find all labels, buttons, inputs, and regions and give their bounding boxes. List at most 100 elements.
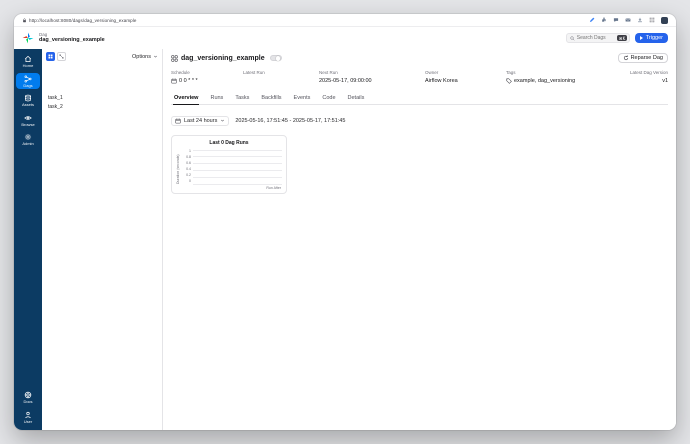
home-icon bbox=[24, 55, 32, 63]
meta-owner: Owner Airflow Korea bbox=[425, 70, 506, 84]
sidebar-item-label: Dags bbox=[23, 84, 32, 88]
sidebar-item-admin[interactable]: Admin bbox=[16, 131, 40, 148]
reparse-dag-button[interactable]: Reparse Dag bbox=[618, 53, 668, 63]
calendar-icon bbox=[171, 78, 177, 84]
y-tick-label: 0.8 bbox=[186, 156, 191, 160]
sidebar-item-home[interactable]: Home bbox=[16, 53, 40, 70]
download-icon[interactable] bbox=[636, 16, 644, 24]
sidebar-item-label: User bbox=[24, 420, 32, 424]
sidebar-item-label: Browse bbox=[21, 123, 34, 127]
search-input[interactable] bbox=[577, 35, 615, 41]
sidebar-item-label: Admin bbox=[22, 142, 33, 146]
app-body: Home Dags Assets Browse Admin Docs bbox=[14, 49, 676, 430]
task-row-task-2[interactable]: task_2 bbox=[46, 104, 158, 111]
y-tick-label: 0.6 bbox=[186, 162, 191, 166]
meta-label: Latest Run bbox=[243, 70, 319, 75]
graph-view-button[interactable] bbox=[57, 52, 66, 61]
lock-icon bbox=[22, 18, 27, 23]
chart-x-axis-label: Run After bbox=[193, 186, 282, 190]
assets-icon bbox=[24, 94, 32, 102]
time-range-select[interactable]: Last 24 hours bbox=[171, 116, 229, 126]
tab-backfills[interactable]: Backfills bbox=[260, 93, 282, 104]
apps-grid-icon[interactable] bbox=[648, 16, 656, 24]
task-row-task-1[interactable]: task_1 bbox=[46, 94, 158, 101]
date-range-text: 2025-05-16, 17:51:45 - 2025-05-17, 17:51… bbox=[235, 118, 345, 124]
sidebar-item-browse[interactable]: Browse bbox=[16, 112, 40, 129]
date-filter-row: Last 24 hours 2025-05-16, 17:51:45 - 202… bbox=[171, 116, 668, 126]
sidebar-item-assets[interactable]: Assets bbox=[16, 92, 40, 109]
meta-latest-dag-version: Latest Dag Version v1 bbox=[598, 70, 668, 84]
trigger-dag-button[interactable]: Trigger bbox=[635, 33, 668, 43]
chart-body: Duration (seconds) 10.80.60.40.20 Run Af… bbox=[176, 150, 282, 191]
nav-rail: Home Dags Assets Browse Admin Docs bbox=[14, 49, 42, 430]
app-header: Dag dag_versioning_example ⌘K Trigger bbox=[14, 27, 676, 49]
meta-label: Tags bbox=[506, 70, 598, 75]
tab-tasks[interactable]: Tasks bbox=[234, 93, 250, 104]
calendar-icon bbox=[175, 118, 181, 124]
panel-toolbar: Options bbox=[46, 52, 158, 61]
chart-plot-wrap: Run After bbox=[193, 150, 282, 191]
next-run-value: 2025-05-17, 09:00:00 bbox=[319, 78, 425, 84]
meta-label: Next Run bbox=[319, 70, 425, 75]
header-actions: ⌘K Trigger bbox=[566, 33, 668, 43]
breadcrumb-page: dag_versioning_example bbox=[39, 37, 105, 44]
meta-tags: Tags example, dag_versioning bbox=[506, 70, 598, 84]
options-dropdown[interactable]: Options bbox=[132, 54, 158, 60]
gridline bbox=[193, 184, 282, 185]
tags-value[interactable]: example, dag_versioning bbox=[514, 78, 575, 84]
meta-label: Schedule bbox=[171, 70, 243, 75]
tab-code[interactable]: Code bbox=[321, 93, 336, 104]
chat-icon[interactable] bbox=[612, 16, 620, 24]
tab-runs[interactable]: Runs bbox=[209, 93, 224, 104]
meta-schedule: Schedule 0 0 * * * bbox=[171, 70, 243, 84]
grid-view-button[interactable] bbox=[46, 52, 55, 61]
dag-side-panel: Options task_1 task_2 bbox=[42, 49, 163, 430]
refresh-icon bbox=[623, 55, 629, 61]
edit-icon[interactable] bbox=[588, 16, 596, 24]
y-tick-label: 1 bbox=[189, 150, 191, 154]
dag-version-value: v1 bbox=[662, 78, 668, 84]
gridline bbox=[193, 170, 282, 171]
y-tick-label: 0.4 bbox=[186, 168, 191, 172]
chevron-down-icon bbox=[220, 118, 225, 123]
y-tick-label: 0 bbox=[189, 180, 191, 184]
mail-icon[interactable] bbox=[624, 16, 632, 24]
meta-label: Latest Dag Version bbox=[630, 70, 668, 75]
extensions-icon[interactable] bbox=[600, 16, 608, 24]
grid-view-icon bbox=[48, 54, 53, 59]
user-icon bbox=[24, 411, 32, 419]
airflow-logo-icon[interactable] bbox=[22, 32, 34, 44]
dag-icon bbox=[171, 55, 178, 62]
gridline bbox=[193, 163, 282, 164]
time-range-value: Last 24 hours bbox=[184, 118, 217, 124]
sidebar-item-docs[interactable]: Docs bbox=[16, 389, 40, 406]
profile-avatar[interactable] bbox=[660, 16, 668, 24]
meta-next-run: Next Run 2025-05-17, 09:00:00 bbox=[319, 70, 425, 84]
sidebar-item-label: Docs bbox=[23, 400, 32, 404]
tab-details[interactable]: Details bbox=[347, 93, 366, 104]
browse-icon bbox=[24, 114, 32, 122]
tag-icon bbox=[506, 78, 512, 84]
dag-runs-chart-card: Last 0 Dag Runs Duration (seconds) 10.80… bbox=[171, 135, 287, 195]
sidebar-item-user[interactable]: User bbox=[16, 409, 40, 426]
sidebar-item-label: Assets bbox=[22, 103, 34, 107]
search-icon bbox=[570, 36, 575, 41]
chart-plot-area[interactable] bbox=[193, 150, 282, 184]
dag-meta-row: Schedule 0 0 * * * Latest Run Next Run 2… bbox=[171, 70, 668, 84]
toggle-knob bbox=[276, 56, 281, 61]
search-dags-box[interactable]: ⌘K bbox=[566, 33, 630, 43]
dag-header: dag_versioning_example Reparse Dag bbox=[171, 53, 668, 63]
latest-run-value bbox=[243, 78, 319, 84]
tab-events[interactable]: Events bbox=[293, 93, 312, 104]
breadcrumb: Dag dag_versioning_example bbox=[39, 32, 105, 45]
chart-title: Last 0 Dag Runs bbox=[176, 140, 282, 146]
chevron-down-icon bbox=[153, 54, 158, 59]
chart-y-ticks: 10.80.60.40.20 bbox=[182, 150, 191, 184]
main-content: dag_versioning_example Reparse Dag Sched… bbox=[163, 49, 676, 430]
address-bar[interactable]: http://localhost:8080/dags/dag_versionin… bbox=[22, 18, 136, 23]
sidebar-item-dags[interactable]: Dags bbox=[16, 73, 40, 90]
dag-pause-toggle[interactable] bbox=[270, 55, 282, 62]
tab-overview[interactable]: Overview bbox=[173, 93, 199, 105]
gear-icon bbox=[24, 133, 32, 141]
browser-action-icons bbox=[588, 16, 668, 24]
